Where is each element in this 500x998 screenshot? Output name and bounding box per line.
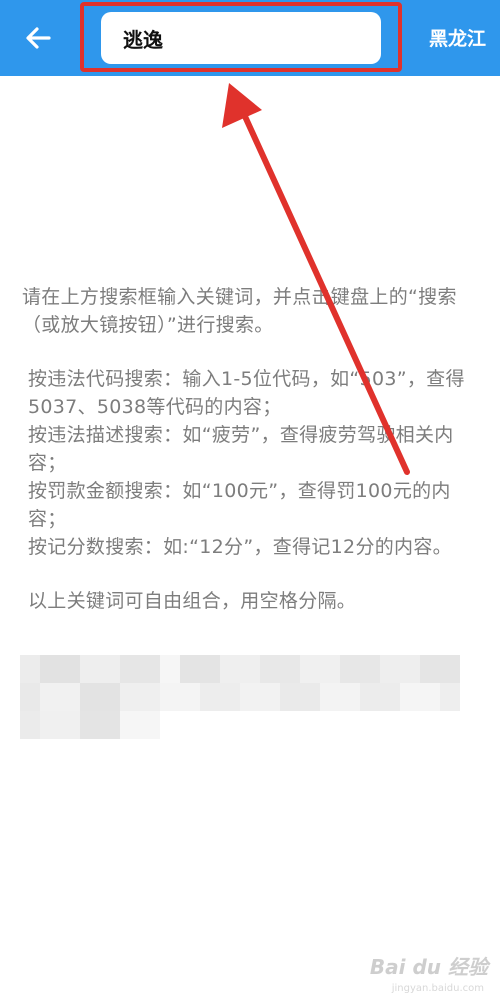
watermark-text: Bai du 经验: [369, 955, 488, 979]
search-instructions: 请在上方搜索框输入关键词，并点击键盘上的“搜索（或放大镜按钮）”进行搜索。 按违…: [22, 283, 482, 615]
back-button[interactable]: [14, 18, 62, 58]
instructions-rule-code: 按违法代码搜索：输入1-5位代码，如“503”，查得5037、5038等代码的内…: [28, 368, 465, 418]
instructions-intro: 请在上方搜索框输入关键词，并点击键盘上的“搜索（或放大镜按钮）”进行搜索。: [22, 286, 457, 336]
top-app-bar: 逃逸 黑龙江: [0, 0, 500, 76]
page: 逃逸 黑龙江 请在上方搜索框输入关键词，并点击键盘上的“搜索（或放大镜按钮）”进…: [0, 0, 500, 998]
watermark-url: jingyan.baidu.com: [391, 983, 484, 994]
instructions-combine-note: 以上关键词可自由组合，用空格分隔。: [28, 590, 357, 612]
arrow-left-icon: [26, 27, 51, 49]
instructions-rule-points: 按记分数搜索：如:“12分”，查得记12分的内容。: [28, 536, 452, 558]
instructions-rule-description: 按违法描述搜索：如“疲劳”，查得疲劳驾驶相关内容；: [28, 424, 454, 474]
watermark-logo: Bai du 经验: [370, 951, 488, 980]
blurred-content: [20, 655, 460, 739]
province-selector[interactable]: 黑龙江: [429, 25, 486, 53]
search-input-value: 逃逸: [123, 27, 163, 52]
instructions-rule-fine: 按罚款金额搜索：如“100元”，查得罚100元的内容；: [28, 480, 451, 530]
search-input[interactable]: 逃逸: [101, 12, 381, 64]
